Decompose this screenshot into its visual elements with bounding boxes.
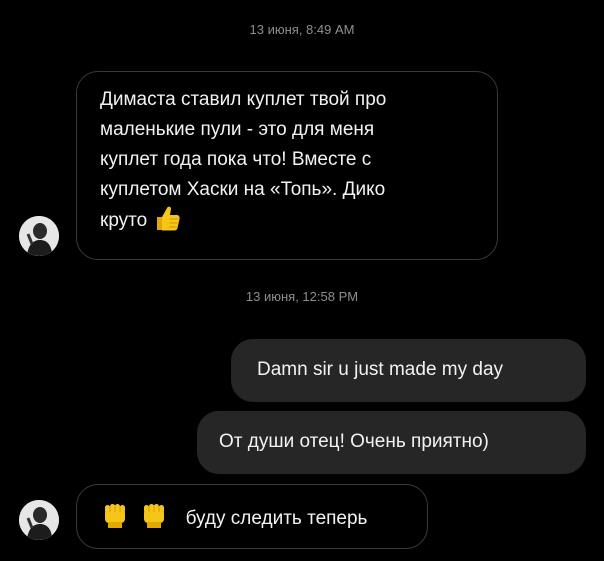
message-line: куплетом Хаски на «Топь». Дико xyxy=(100,179,386,200)
message-line: куплет года пока что! Вместе с xyxy=(100,149,372,170)
avatar[interactable] xyxy=(19,500,59,540)
timestamp-first: 13 июня, 8:49 AM xyxy=(249,22,355,37)
outgoing-message-bubble[interactable]: Damn sir u just made my day xyxy=(231,339,586,402)
message-text: Damn sir u just made my day xyxy=(257,359,504,380)
message-text: От души отец! Очень приятно) xyxy=(219,431,489,452)
profile-photo-icon xyxy=(19,500,59,540)
incoming-message-bubble[interactable]: Димаста ставил куплет твой про маленькие… xyxy=(76,71,498,260)
raised-fist-icon xyxy=(101,502,131,530)
outgoing-message-bubble[interactable]: От души отец! Очень приятно) xyxy=(197,411,586,474)
incoming-message-bubble[interactable]: буду следить теперь xyxy=(76,484,428,549)
profile-photo-icon xyxy=(19,216,59,256)
message-line: маленькие пули - это для меня xyxy=(100,119,375,140)
timestamp-second: 13 июня, 12:58 PM xyxy=(245,289,359,304)
avatar[interactable] xyxy=(19,216,59,256)
message-line: Димаста ставил куплет твой про xyxy=(100,89,387,110)
message-text: буду следить теперь xyxy=(185,508,368,529)
message-line-last: круто xyxy=(100,205,477,236)
raised-fist-icon xyxy=(140,502,170,530)
thumbs-up-icon xyxy=(156,206,180,231)
